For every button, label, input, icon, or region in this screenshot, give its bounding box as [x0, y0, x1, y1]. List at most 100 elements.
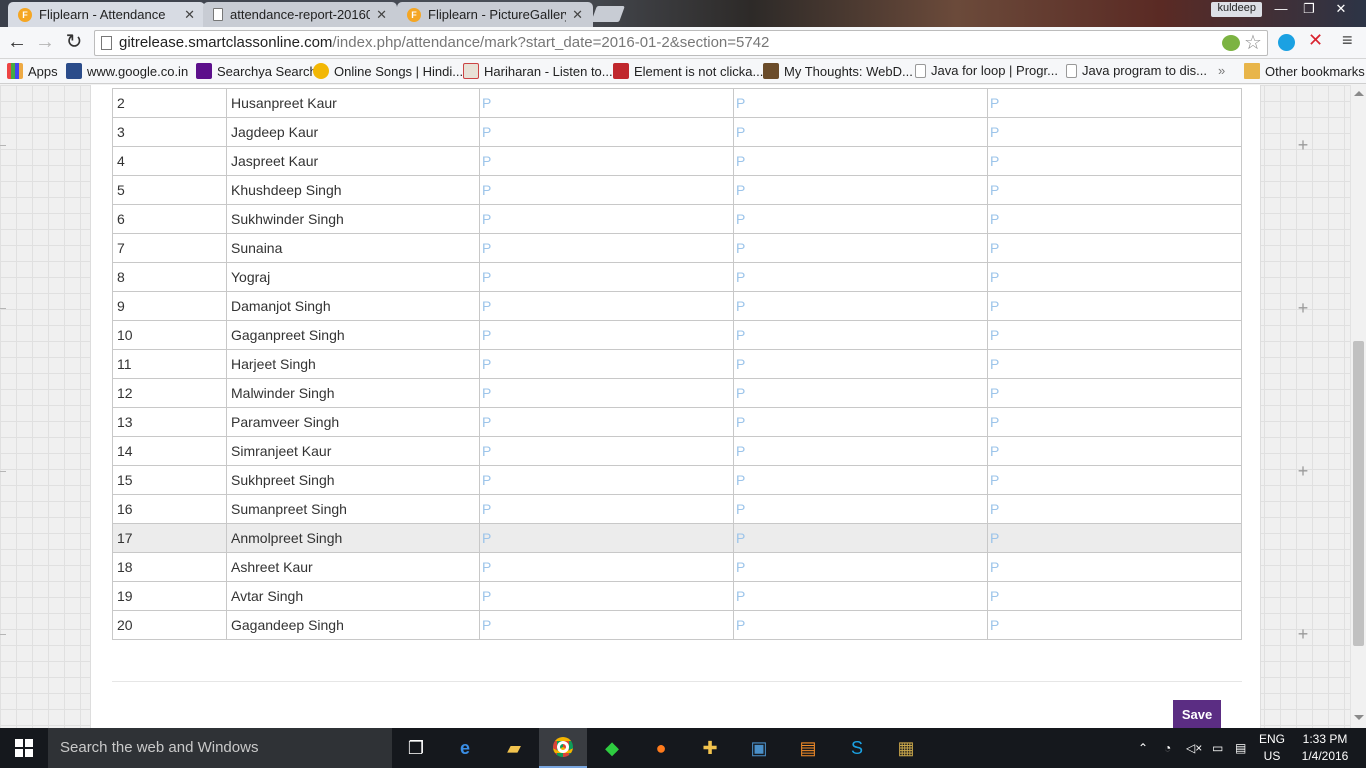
- attendance-status[interactable]: P: [733, 523, 988, 553]
- firefox-icon[interactable]: ●: [637, 728, 685, 768]
- attendance-status[interactable]: P: [987, 88, 1242, 118]
- attendance-status[interactable]: P: [479, 436, 734, 466]
- attendance-status[interactable]: P: [987, 581, 1242, 611]
- save-button[interactable]: Save: [1173, 700, 1221, 728]
- bookmarks-overflow[interactable]: »: [1218, 63, 1225, 78]
- attendance-status[interactable]: P: [479, 610, 734, 640]
- bookmark-item[interactable]: www.google.co.in: [66, 63, 188, 79]
- attendance-status[interactable]: P: [733, 349, 988, 379]
- app-icon[interactable]: ✚: [686, 728, 734, 768]
- attendance-status[interactable]: P: [479, 117, 734, 147]
- attendance-status[interactable]: P: [733, 552, 988, 582]
- notifications-icon[interactable]: ▤: [1235, 728, 1246, 768]
- attendance-status[interactable]: P: [733, 320, 988, 350]
- bookmark-item[interactable]: Searchya Search: [196, 63, 317, 79]
- extension-icon[interactable]: [1222, 35, 1240, 51]
- attendance-status[interactable]: P: [733, 117, 988, 147]
- battery-icon[interactable]: ▭: [1212, 728, 1223, 768]
- bookmark-item[interactable]: Java program to dis...: [1066, 63, 1207, 78]
- attendance-status[interactable]: P: [479, 494, 734, 524]
- file-explorer-icon[interactable]: ▰: [490, 728, 538, 768]
- attendance-status[interactable]: P: [733, 262, 988, 292]
- attendance-status[interactable]: P: [479, 175, 734, 205]
- attendance-status[interactable]: P: [479, 88, 734, 118]
- tab-picture-gallery[interactable]: F Fliplearn - PictureGallery ✕: [397, 2, 593, 27]
- attendance-status[interactable]: P: [479, 349, 734, 379]
- attendance-status[interactable]: P: [479, 146, 734, 176]
- forward-icon[interactable]: →: [33, 31, 57, 55]
- attendance-status[interactable]: P: [479, 465, 734, 495]
- attendance-status[interactable]: P: [987, 436, 1242, 466]
- attendance-status[interactable]: P: [479, 262, 734, 292]
- window-close-icon[interactable]: ✕: [1326, 0, 1356, 20]
- bookmark-item[interactable]: Element is not clicka...: [613, 63, 763, 79]
- app-icon[interactable]: ◆: [588, 728, 636, 768]
- attendance-status[interactable]: P: [987, 291, 1242, 321]
- attendance-status[interactable]: P: [479, 407, 734, 437]
- show-hidden-icons[interactable]: ⌃: [1138, 728, 1148, 768]
- menu-icon[interactable]: ≡: [1342, 30, 1353, 51]
- attendance-status[interactable]: P: [987, 378, 1242, 408]
- volume-icon[interactable]: ◁×: [1186, 728, 1202, 768]
- attendance-status[interactable]: P: [987, 552, 1242, 582]
- edge-icon[interactable]: e: [441, 728, 489, 768]
- task-view-icon[interactable]: ❐: [392, 728, 440, 768]
- new-tab-button[interactable]: [591, 6, 625, 22]
- app-icon[interactable]: ▦: [882, 728, 930, 768]
- scroll-down-icon[interactable]: [1354, 715, 1364, 720]
- minimize-icon[interactable]: —: [1266, 0, 1296, 20]
- attendance-status[interactable]: P: [479, 378, 734, 408]
- start-button[interactable]: [0, 728, 48, 768]
- attendance-status[interactable]: P: [733, 436, 988, 466]
- mysql-workbench-icon[interactable]: ▣: [735, 728, 783, 768]
- attendance-status[interactable]: P: [733, 146, 988, 176]
- close-icon[interactable]: ✕: [184, 7, 195, 23]
- attendance-status[interactable]: P: [987, 262, 1242, 292]
- attendance-status[interactable]: P: [987, 407, 1242, 437]
- profile-button[interactable]: kuldeep: [1211, 2, 1262, 17]
- attendance-status[interactable]: P: [733, 610, 988, 640]
- skype-icon[interactable]: S: [833, 728, 881, 768]
- chrome-icon[interactable]: [539, 728, 587, 768]
- attendance-status[interactable]: P: [987, 175, 1242, 205]
- attendance-status[interactable]: P: [733, 204, 988, 234]
- other-bookmarks[interactable]: Other bookmarks: [1244, 63, 1365, 79]
- clock[interactable]: 1:33 PM 1/4/2016: [1294, 731, 1356, 765]
- tab-fliplearn-attendance[interactable]: F Fliplearn - Attendance ✕: [8, 2, 205, 27]
- outlook-icon[interactable]: ▤: [784, 728, 832, 768]
- attendance-status[interactable]: P: [733, 378, 988, 408]
- back-icon[interactable]: ←: [5, 31, 29, 55]
- attendance-status[interactable]: P: [987, 349, 1242, 379]
- close-icon[interactable]: ✕: [572, 7, 583, 23]
- attendance-status[interactable]: P: [987, 610, 1242, 640]
- attendance-status[interactable]: P: [987, 523, 1242, 553]
- restore-icon[interactable]: ❐: [1294, 0, 1324, 20]
- bookmark-item[interactable]: Hariharan - Listen to...: [463, 63, 613, 79]
- network-icon[interactable]: ◔: [1164, 728, 1171, 768]
- language-indicator[interactable]: ENG US: [1256, 731, 1288, 765]
- attendance-status[interactable]: P: [987, 320, 1242, 350]
- bookmark-item[interactable]: Online Songs | Hindi...: [313, 63, 463, 79]
- close-icon[interactable]: ✕: [376, 7, 387, 23]
- attendance-status[interactable]: P: [733, 291, 988, 321]
- extension-icon[interactable]: ✕: [1308, 30, 1323, 51]
- attendance-status[interactable]: P: [987, 204, 1242, 234]
- attendance-status[interactable]: P: [733, 494, 988, 524]
- attendance-status[interactable]: P: [733, 233, 988, 263]
- taskbar-search[interactable]: Search the web and Windows: [48, 728, 392, 768]
- reload-icon[interactable]: ↻: [62, 31, 86, 55]
- attendance-status[interactable]: P: [987, 233, 1242, 263]
- attendance-status[interactable]: P: [479, 233, 734, 263]
- attendance-status[interactable]: P: [987, 465, 1242, 495]
- extension-icon[interactable]: [1278, 34, 1295, 51]
- attendance-status[interactable]: P: [733, 581, 988, 611]
- attendance-status[interactable]: P: [479, 581, 734, 611]
- address-bar[interactable]: gitrelease.smartclassonline.com/index.ph…: [94, 30, 1268, 56]
- bookmark-item[interactable]: Java for loop | Progr...: [915, 63, 1058, 78]
- attendance-status[interactable]: P: [479, 291, 734, 321]
- scroll-up-icon[interactable]: [1354, 91, 1364, 96]
- tab-attendance-report[interactable]: attendance-report-20160104 ✕: [203, 2, 397, 27]
- bookmark-star-icon[interactable]: ☆: [1244, 30, 1262, 55]
- attendance-status[interactable]: P: [987, 146, 1242, 176]
- bookmark-apps[interactable]: Apps: [7, 63, 58, 79]
